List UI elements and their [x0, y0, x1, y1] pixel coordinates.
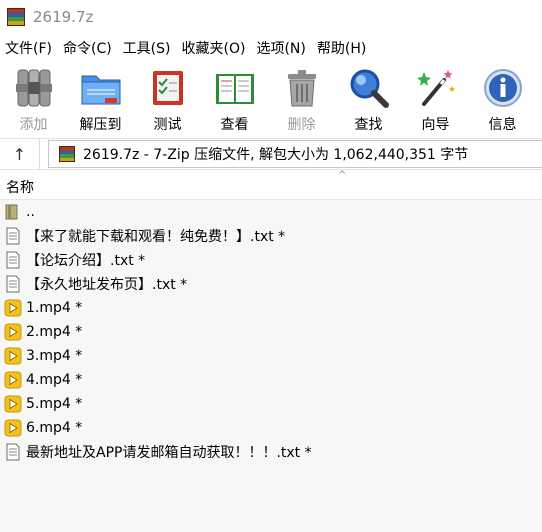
text-file-icon [6, 443, 20, 461]
view-book-icon [215, 74, 254, 104]
text-file-icon [6, 227, 20, 245]
list-item[interactable]: 【论坛介绍】.txt * [0, 248, 542, 272]
parent-folder-icon [5, 204, 18, 220]
video-file-icon [4, 347, 22, 365]
add-icon [15, 69, 52, 107]
wizard-wand-icon [416, 70, 455, 106]
list-item-parent[interactable]: .. [0, 200, 542, 224]
wizard-label: 向导 [421, 117, 450, 133]
video-file-icon [4, 395, 22, 413]
file-name: 4.mp4 * [26, 372, 83, 388]
title-bar: 2619.7z [0, 0, 542, 34]
extract-to-button[interactable]: 解压到 [67, 62, 134, 134]
file-name: 2.mp4 * [26, 324, 83, 340]
file-list: .. 【来了就能下载和观看！纯免费！】.txt * 【论坛介绍】.txt * 【… [0, 200, 542, 532]
file-name: 【论坛介绍】.txt * [26, 253, 146, 269]
add-label: 添加 [19, 117, 48, 133]
file-name: 3.mp4 * [26, 348, 83, 364]
arrow-up-icon: ↑ [12, 144, 27, 164]
file-name: 【永久地址发布页】.txt * [26, 277, 188, 293]
address-bar: ↑ 2619.7z - 7-Zip 压缩文件, 解包大小为 1,062,440,… [0, 138, 542, 170]
info-button[interactable]: 信息 [469, 62, 536, 134]
list-header: 名称 [0, 174, 542, 200]
path-field[interactable]: 2619.7z - 7-Zip 压缩文件, 解包大小为 1,062,440,35… [48, 140, 542, 168]
file-name: 1.mp4 * [26, 300, 83, 316]
menu-tools[interactable]: 工具(S) [119, 38, 175, 58]
archive-icon [59, 146, 75, 162]
view-label: 查看 [220, 117, 249, 133]
file-name: 【来了就能下载和观看！纯免费！】.txt * [26, 229, 286, 245]
video-file-icon [4, 371, 22, 389]
view-button[interactable]: 查看 [201, 62, 268, 134]
file-name: 6.mp4 * [26, 420, 83, 436]
list-item[interactable]: 1.mp4 * [0, 296, 542, 320]
window-title: 2619.7z [33, 8, 94, 26]
find-label: 查找 [354, 117, 383, 133]
text-file-icon [6, 275, 20, 293]
video-file-icon [4, 299, 22, 317]
extract-folder-icon [81, 75, 120, 105]
info-icon [483, 69, 522, 107]
extract-to-label: 解压到 [79, 117, 122, 133]
menu-help[interactable]: 帮助(H) [313, 38, 370, 58]
menu-file[interactable]: 文件(F) [0, 38, 56, 58]
info-label: 信息 [488, 117, 517, 133]
test-checklist-icon [152, 71, 183, 105]
video-file-icon [4, 323, 22, 341]
file-name: 5.mp4 * [26, 396, 83, 412]
magnifier-icon [350, 69, 389, 108]
list-item[interactable]: 最新地址及APP请发邮箱自动获取！！！.txt * [0, 440, 542, 464]
test-label: 测试 [153, 117, 182, 133]
video-file-icon [4, 419, 22, 437]
trash-icon [287, 70, 316, 107]
menu-favorites[interactable]: 收藏夹(O) [178, 38, 250, 58]
add-button[interactable]: 添加 [0, 62, 67, 134]
find-button[interactable]: 查找 [335, 62, 402, 134]
list-item[interactable]: 4.mp4 * [0, 368, 542, 392]
wizard-button[interactable]: 向导 [402, 62, 469, 134]
file-name: 最新地址及APP请发邮箱自动获取！！！.txt * [26, 445, 312, 461]
file-name: .. [26, 204, 35, 220]
menu-bar: 文件(F) 命令(C) 工具(S) 收藏夹(O) 选项(N) 帮助(H) [0, 36, 542, 60]
winrar-app-icon [7, 8, 25, 26]
list-item[interactable]: 3.mp4 * [0, 344, 542, 368]
menu-options[interactable]: 选项(N) [252, 38, 309, 58]
up-one-level-button[interactable]: ↑ [0, 139, 40, 169]
list-item[interactable]: 【来了就能下载和观看！纯免费！】.txt * [0, 224, 542, 248]
sort-ascending-icon: ^ [338, 170, 347, 181]
menu-commands[interactable]: 命令(C) [59, 38, 116, 58]
list-item[interactable]: 6.mp4 * [0, 416, 542, 440]
list-item[interactable]: 【永久地址发布页】.txt * [0, 272, 542, 296]
list-item[interactable]: 5.mp4 * [0, 392, 542, 416]
test-button[interactable]: 测试 [134, 62, 201, 134]
list-item[interactable]: 2.mp4 * [0, 320, 542, 344]
delete-button[interactable]: 删除 [268, 62, 335, 134]
path-text: 2619.7z - 7-Zip 压缩文件, 解包大小为 1,062,440,35… [83, 147, 469, 163]
toolbar: 添加 解压到 测试 查看 删除 查找 向导 信息 [0, 62, 542, 134]
text-file-icon [6, 251, 20, 269]
column-header-name[interactable]: 名称 [6, 177, 34, 197]
delete-label: 删除 [287, 117, 316, 133]
